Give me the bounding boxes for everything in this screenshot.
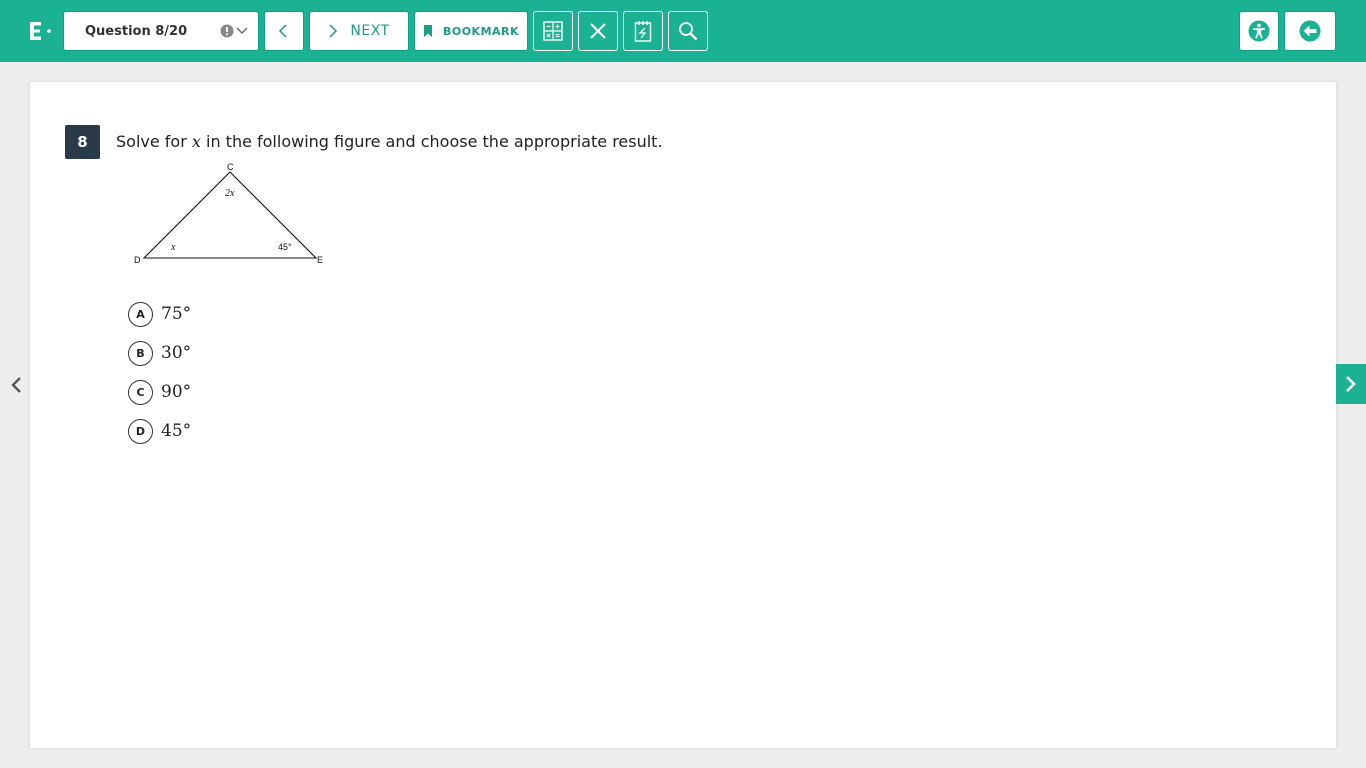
question-text: Solve for x in the following figure and … [116,132,663,151]
vertex-c-label: C [227,162,234,172]
answer-option-c[interactable]: C 90° [128,379,192,405]
question-number-badge: 8 [65,125,100,159]
question-variable: x [191,132,201,151]
bookmark-label: BOOKMARK [442,24,520,38]
angle-d-label: x [170,242,176,253]
close-icon [590,23,606,39]
question-text-after: in the following figure and choose the a… [200,132,663,151]
question-selector[interactable]: Question 8/20 [63,11,259,51]
arrow-left-circle-icon [1299,20,1321,42]
previous-side-arrow[interactable] [6,374,26,396]
chevron-right-icon [1346,376,1356,392]
answer-option-b[interactable]: B 30° [128,340,192,366]
chevron-left-icon [11,377,21,393]
angle-e-label: 45° [278,242,292,252]
option-letter: B [128,340,153,366]
option-letter: D [128,418,153,444]
previous-question-button[interactable] [264,11,304,51]
calculator-icon [543,21,563,41]
option-value: 45° [161,421,192,441]
magnifier-button[interactable] [668,11,708,51]
answer-option-d[interactable]: D 45° [128,418,192,444]
accessibility-button[interactable] [1239,11,1279,51]
option-value: 30° [161,343,192,363]
next-question-button[interactable]: NEXT [309,11,409,51]
calculator-button[interactable] [533,11,573,51]
bookmark-button[interactable]: BOOKMARK [414,11,528,51]
bookmark-icon [423,25,432,37]
notepad-button[interactable] [623,11,663,51]
option-value: 75° [161,304,192,324]
accessibility-icon [1248,20,1270,42]
next-side-arrow[interactable] [1336,364,1366,404]
option-letter: C [128,379,153,405]
next-label: NEXT [350,23,390,39]
question-text-before: Solve for [116,132,192,151]
chevron-right-icon [329,24,338,38]
search-icon [679,22,698,41]
app-logo [30,22,51,40]
chevron-down-icon [236,27,248,34]
vertex-e-label: E [317,255,323,265]
notepad-icon [634,21,652,42]
exit-button[interactable] [1284,11,1336,51]
question-card: 8 Solve for x in the following figure an… [30,82,1336,748]
option-value: 90° [161,382,192,402]
question-selector-label: Question 8/20 [85,23,188,39]
eliminate-answers-button[interactable] [578,11,618,51]
answer-option-a[interactable]: A 75° [128,301,192,327]
angle-c-label: 2x [225,188,235,199]
top-toolbar: Question 8/20 NEXT BOOKMARK [0,0,1366,62]
vertex-d-label: D [134,255,141,265]
triangle-figure: C D E 2x x 45° [134,162,323,265]
alert-icon [220,24,234,38]
chevron-left-icon [278,24,287,38]
option-letter: A [128,301,153,327]
